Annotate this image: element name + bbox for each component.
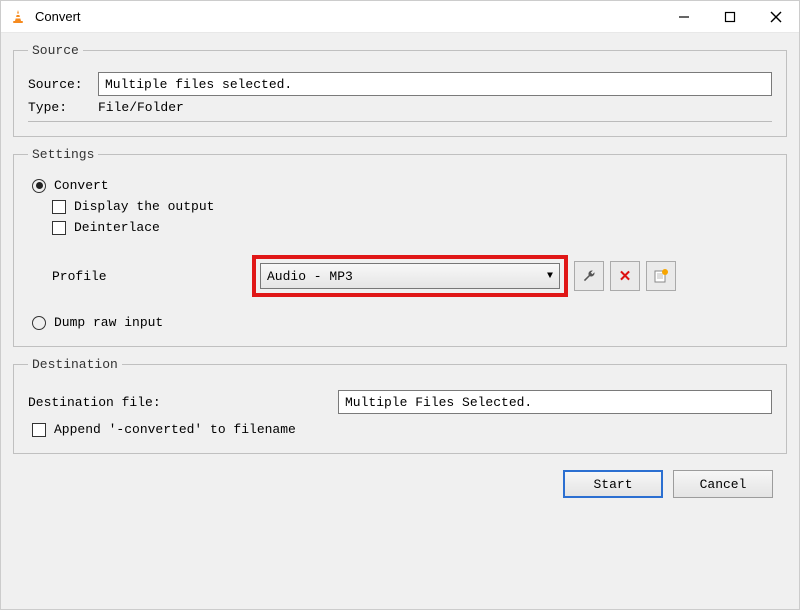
start-button[interactable]: Start <box>563 470 663 498</box>
settings-legend: Settings <box>28 147 98 162</box>
checkbox-icon <box>52 200 66 214</box>
convert-radio-label: Convert <box>54 178 109 193</box>
destination-file-input[interactable] <box>338 390 772 414</box>
new-profile-button[interactable] <box>646 261 676 291</box>
type-value: File/Folder <box>98 100 184 115</box>
radio-icon <box>32 316 46 330</box>
dump-raw-radio[interactable]: Dump raw input <box>28 315 772 330</box>
profile-selected-value: Audio - MP3 <box>267 269 353 284</box>
type-label: Type: <box>28 100 98 115</box>
deinterlace-label: Deinterlace <box>74 220 160 235</box>
display-output-label: Display the output <box>74 199 214 214</box>
destination-legend: Destination <box>28 357 122 372</box>
append-converted-checkbox[interactable]: Append '-converted' to filename <box>28 422 772 437</box>
x-icon: ✕ <box>619 267 632 285</box>
type-row: Type: File/Folder <box>28 100 772 122</box>
deinterlace-checkbox[interactable]: Deinterlace <box>28 220 772 235</box>
convert-dialog: Convert Source Source: Ty <box>0 0 800 610</box>
source-input[interactable] <box>98 72 772 96</box>
profile-highlight: Audio - MP3 ▼ <box>252 255 568 297</box>
profile-select[interactable]: Audio - MP3 ▼ <box>260 263 560 289</box>
source-label: Source: <box>28 77 98 92</box>
settings-group: Settings Convert Display the output Dein… <box>13 147 787 347</box>
window-title: Convert <box>35 9 81 24</box>
radio-icon <box>32 179 46 193</box>
profile-label: Profile <box>52 269 252 284</box>
cancel-button-label: Cancel <box>700 477 747 492</box>
source-legend: Source <box>28 43 83 58</box>
source-group: Source Source: Type: File/Folder <box>13 43 787 137</box>
checkbox-icon <box>52 221 66 235</box>
title-bar: Convert <box>1 1 799 33</box>
edit-profile-button[interactable] <box>574 261 604 291</box>
append-converted-label: Append '-converted' to filename <box>54 422 296 437</box>
close-button[interactable] <box>753 1 799 32</box>
start-button-label: Start <box>593 477 632 492</box>
dialog-buttons: Start Cancel <box>13 464 787 498</box>
display-output-checkbox[interactable]: Display the output <box>28 199 772 214</box>
minimize-button[interactable] <box>661 1 707 32</box>
destination-file-row: Destination file: <box>28 390 772 414</box>
source-row: Source: <box>28 72 772 96</box>
delete-profile-button[interactable]: ✕ <box>610 261 640 291</box>
maximize-button[interactable] <box>707 1 753 32</box>
dump-raw-label: Dump raw input <box>54 315 163 330</box>
dialog-body: Source Source: Type: File/Folder Setting… <box>1 33 799 609</box>
window-controls <box>661 1 799 32</box>
profile-row: Profile Audio - MP3 ▼ ✕ <box>52 255 772 297</box>
convert-radio[interactable]: Convert <box>28 178 772 193</box>
wrench-icon <box>581 268 597 284</box>
destination-file-label: Destination file: <box>28 395 338 410</box>
new-icon <box>653 268 669 284</box>
cancel-button[interactable]: Cancel <box>673 470 773 498</box>
chevron-down-icon: ▼ <box>547 271 553 282</box>
destination-group: Destination Destination file: Append '-c… <box>13 357 787 454</box>
vlc-icon <box>9 8 27 26</box>
checkbox-icon <box>32 423 46 437</box>
